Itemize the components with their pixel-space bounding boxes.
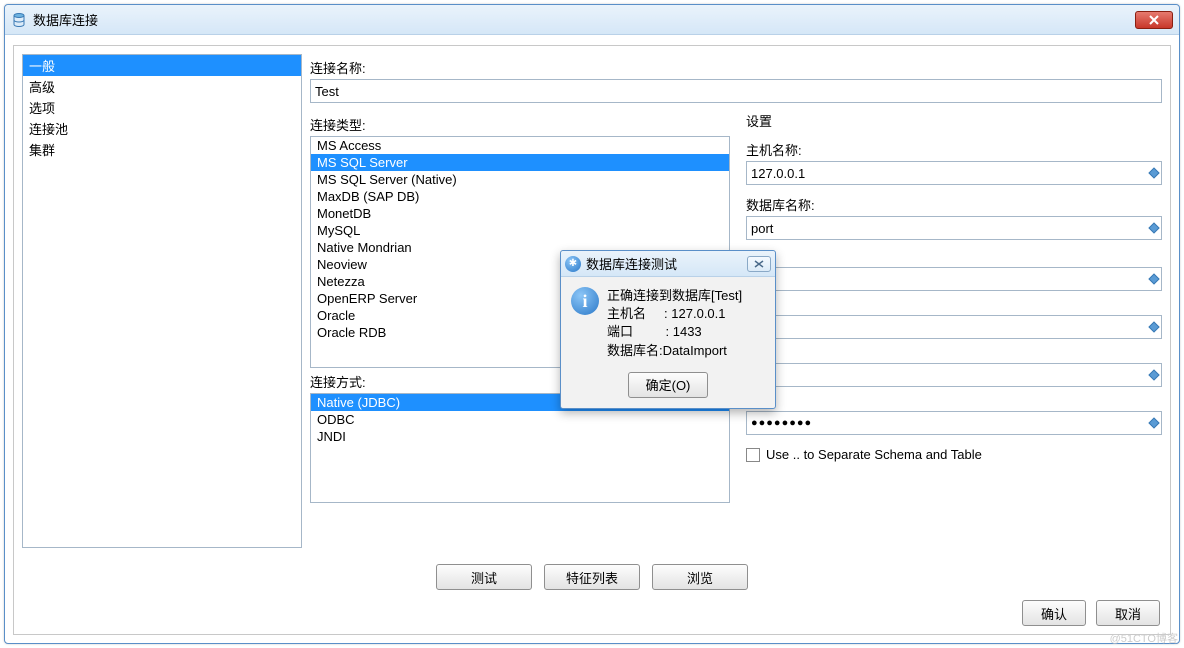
username-input[interactable]: [746, 363, 1162, 387]
dialog-close-button[interactable]: [747, 256, 771, 272]
db-input[interactable]: [746, 216, 1162, 240]
username-row: [746, 363, 1162, 387]
password-row: [746, 411, 1162, 435]
list-item[interactable]: ODBC: [311, 411, 729, 428]
cancel-button[interactable]: 取消: [1096, 600, 1160, 626]
port-label: :: [746, 250, 1162, 265]
conn-type-label: 连接类型:: [310, 115, 730, 134]
host-input[interactable]: [746, 161, 1162, 185]
conn-method-listbox[interactable]: Native (JDBC)ODBCJNDI: [310, 393, 730, 503]
dialog-text: 正确连接到数据库[Test] 主机名 : 127.0.0.1 端口 : 1433…: [607, 287, 742, 360]
right-button-bar: 确认 取消: [14, 594, 1170, 634]
list-item[interactable]: MaxDB (SAP DB): [311, 188, 729, 205]
sidebar-item-2[interactable]: 选项: [23, 97, 301, 118]
sidebar-item-1[interactable]: 高级: [23, 76, 301, 97]
password-input[interactable]: [746, 411, 1162, 435]
extra-input-1[interactable]: [746, 315, 1162, 339]
close-button[interactable]: [1135, 11, 1173, 29]
conn-name-input[interactable]: [310, 79, 1162, 103]
db-label: 数据库名称:: [746, 195, 1162, 214]
conn-name-row: 连接名称:: [310, 54, 1162, 103]
database-icon: [11, 12, 27, 28]
port-input[interactable]: [746, 267, 1162, 291]
list-item[interactable]: MS Access: [311, 137, 729, 154]
schema-checkbox-row: Use .. to Separate Schema and Table: [746, 447, 1162, 462]
watermark: @51CTO博客: [1110, 630, 1178, 646]
port-row: [746, 267, 1162, 291]
sidebar[interactable]: 一般高级选项连接池集群: [22, 54, 302, 548]
dialog-titlebar[interactable]: 数据库连接测试: [561, 251, 775, 277]
host-row: [746, 161, 1162, 185]
sidebar-item-0[interactable]: 一般: [23, 55, 301, 76]
sidebar-item-4[interactable]: 集群: [23, 139, 301, 160]
sidebar-item-3[interactable]: 连接池: [23, 118, 301, 139]
settings-title: 设置: [746, 111, 1162, 130]
test-result-dialog: 数据库连接测试 i 正确连接到数据库[Test] 主机名 : 127.0.0.1…: [560, 250, 776, 409]
schema-checkbox-label: Use .. to Separate Schema and Table: [766, 447, 982, 462]
list-item[interactable]: MonetDB: [311, 205, 729, 222]
ok-button[interactable]: 确认: [1022, 600, 1086, 626]
list-item[interactable]: MySQL: [311, 222, 729, 239]
settings-col: 设置 主机名称: 数据库名称: :: [746, 111, 1162, 548]
titlebar-left: 数据库连接: [11, 10, 98, 29]
center-button-bar: 测试 特征列表 浏览: [14, 556, 1170, 594]
conn-name-label: 连接名称:: [310, 58, 1162, 77]
info-icon: i: [571, 287, 599, 315]
schema-checkbox[interactable]: [746, 448, 760, 462]
db-row: [746, 216, 1162, 240]
list-item[interactable]: MS SQL Server (Native): [311, 171, 729, 188]
app-icon: [565, 256, 581, 272]
dialog-ok-button[interactable]: 确定(O): [628, 372, 708, 398]
dialog-footer: 确定(O): [561, 366, 775, 408]
host-label: 主机名称:: [746, 140, 1162, 159]
list-item[interactable]: JNDI: [311, 428, 729, 445]
features-button[interactable]: 特征列表: [544, 564, 640, 590]
browse-button[interactable]: 浏览: [652, 564, 748, 590]
test-button[interactable]: 测试: [436, 564, 532, 590]
list-item[interactable]: MS SQL Server: [311, 154, 729, 171]
extra-row-1: [746, 315, 1162, 339]
dialog-title-left: 数据库连接测试: [565, 254, 677, 273]
titlebar[interactable]: 数据库连接: [5, 5, 1179, 35]
dialog-body: i 正确连接到数据库[Test] 主机名 : 127.0.0.1 端口 : 14…: [561, 277, 775, 366]
dialog-title: 数据库连接测试: [586, 254, 677, 273]
window-title: 数据库连接: [33, 10, 98, 29]
